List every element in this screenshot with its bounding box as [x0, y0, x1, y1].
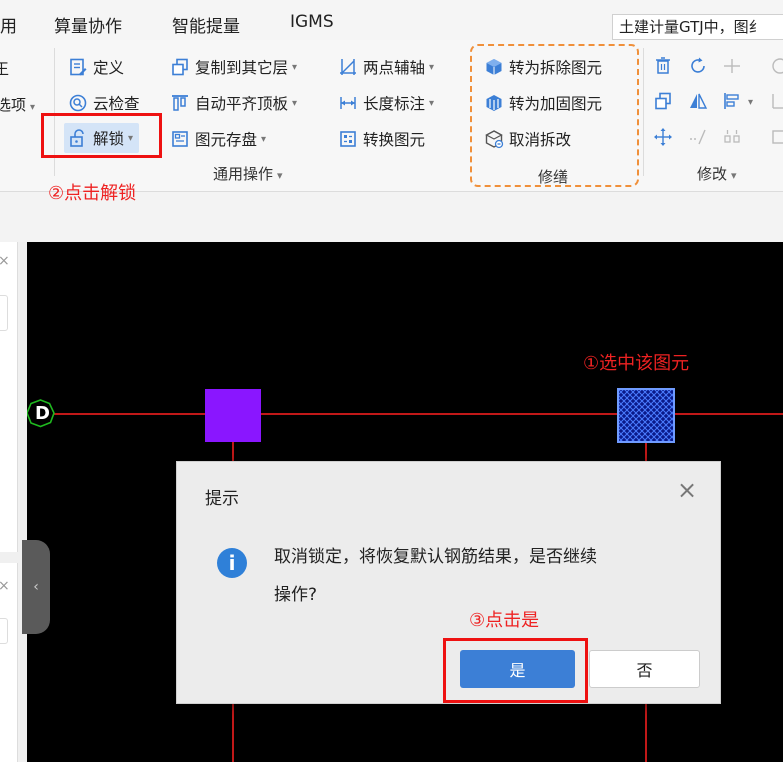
- group-modify[interactable]: 修改 ▾: [697, 163, 737, 184]
- length-dim-button[interactable]: 长度标注 ▾: [338, 88, 434, 118]
- highlight-unlock-box: [41, 113, 162, 158]
- cloud-check-label: 云检查: [93, 95, 140, 113]
- two-point-axis-label: 两点辅轴: [363, 59, 426, 77]
- define-icon: [70, 58, 87, 76]
- length-dim-icon: [340, 97, 356, 109]
- annotation-step2: ②点击解锁: [48, 183, 137, 204]
- to-demolish-label: 转为拆除图元: [509, 59, 603, 77]
- ribbon-cut-item[interactable]: 王: [0, 58, 9, 79]
- align-top-icon: [172, 95, 188, 111]
- two-point-axis-button[interactable]: 两点辅轴 ▾: [338, 52, 434, 82]
- auto-align-slab-label: 自动平齐顶板: [195, 95, 289, 113]
- length-dim-label: 长度标注: [363, 95, 426, 113]
- highlight-yes-box: [443, 638, 588, 703]
- panel-collapse-handle[interactable]: ‹: [22, 540, 50, 634]
- convert-element-icon: [340, 131, 356, 147]
- chevron-down-icon[interactable]: ▾: [748, 97, 753, 108]
- move-icon[interactable]: [653, 127, 673, 147]
- menu-bar: 用 算量协作 智能提量 IGMS 土建计量GTJ中，图纟: [0, 0, 783, 40]
- annotation-step1: ①选中该图元: [583, 353, 690, 374]
- chevron-down-icon: ▾: [429, 97, 435, 109]
- ribbon-options-item[interactable]: 选项 ▾: [0, 94, 35, 115]
- cloud-check-icon: [69, 94, 87, 112]
- group-common-ops[interactable]: 通用操作 ▾: [213, 163, 283, 184]
- close-icon[interactable]: ×: [0, 578, 10, 594]
- extend-icon[interactable]: [722, 56, 742, 76]
- menu-item-collab[interactable]: 算量协作: [54, 12, 122, 37]
- group-repair: 修缮: [538, 168, 569, 186]
- prompt-dialog: 提示 × i 取消锁定，将恢复默认钢筋结果，是否继续 操作? ③点击是 是 否: [176, 461, 721, 704]
- ribbon-separator: [643, 48, 644, 176]
- mirror-icon[interactable]: [688, 91, 708, 111]
- menu-item-use[interactable]: 用: [0, 12, 17, 37]
- cancel-demolish-label: 取消拆改: [509, 131, 572, 149]
- copy-icon: [172, 58, 188, 76]
- trim-icon[interactable]: [688, 127, 708, 147]
- demolish-cube-icon: [486, 59, 502, 75]
- annotation-step3: ③点击是: [469, 610, 540, 631]
- project-title-box: 土建计量GTJ中，图纟: [612, 14, 783, 40]
- delete-icon[interactable]: [653, 56, 673, 76]
- chevron-down-icon: ▾: [292, 97, 298, 109]
- offset-icon[interactable]: [770, 56, 783, 76]
- convert-element-label: 转换图元: [363, 131, 426, 149]
- to-reinforce-label: 转为加固图元: [509, 95, 603, 113]
- element-save-label: 图元存盘: [195, 131, 258, 149]
- cancel-demolish-icon: [485, 130, 504, 149]
- purple-element[interactable]: [205, 389, 261, 442]
- close-icon[interactable]: ×: [677, 478, 697, 502]
- left-panel-upper: [0, 242, 18, 552]
- panel-input[interactable]: [0, 618, 8, 644]
- convert-element-button[interactable]: 转换图元: [338, 124, 425, 154]
- split-icon[interactable]: [770, 127, 783, 147]
- no-button[interactable]: 否: [589, 650, 700, 688]
- rotate-icon[interactable]: [688, 56, 708, 76]
- dialog-message-line2: 操作?: [274, 585, 318, 605]
- break-icon[interactable]: [770, 91, 783, 111]
- dialog-title: 提示: [205, 489, 239, 509]
- cancel-demolish-button[interactable]: 取消拆改: [484, 124, 571, 154]
- element-save-icon: [172, 131, 188, 147]
- menu-item-igms[interactable]: IGMS: [290, 12, 334, 32]
- define-label: 定义: [93, 59, 125, 77]
- chevron-down-icon: ▾: [292, 61, 298, 73]
- copy-to-layer-label: 复制到其它层: [195, 59, 289, 77]
- dialog-message-line1: 取消锁定，将恢复默认钢筋结果，是否继续: [274, 547, 597, 567]
- close-icon[interactable]: ×: [0, 253, 10, 269]
- chevron-down-icon: ▾: [429, 61, 435, 73]
- element-save-button[interactable]: 图元存盘 ▾: [170, 124, 266, 154]
- chevron-left-icon: ‹: [33, 579, 39, 595]
- panel-input[interactable]: [0, 295, 8, 331]
- define-button[interactable]: 定义: [68, 52, 124, 82]
- reinforce-cube-icon: [486, 95, 502, 111]
- axis-label: D: [35, 403, 50, 424]
- copy-element-icon[interactable]: [653, 91, 673, 111]
- to-demolish-button[interactable]: 转为拆除图元: [484, 52, 602, 82]
- info-icon: i: [217, 548, 247, 578]
- two-point-axis-icon: [340, 59, 356, 75]
- align-icon[interactable]: [722, 91, 742, 111]
- merge-icon[interactable]: [722, 127, 742, 147]
- menu-item-smart-extract[interactable]: 智能提量: [172, 12, 240, 37]
- chevron-down-icon: ▾: [261, 133, 267, 145]
- copy-to-layer-button[interactable]: 复制到其它层 ▾: [170, 52, 297, 82]
- to-reinforce-button[interactable]: 转为加固图元: [484, 88, 602, 118]
- auto-align-slab-button[interactable]: 自动平齐顶板 ▾: [170, 88, 297, 118]
